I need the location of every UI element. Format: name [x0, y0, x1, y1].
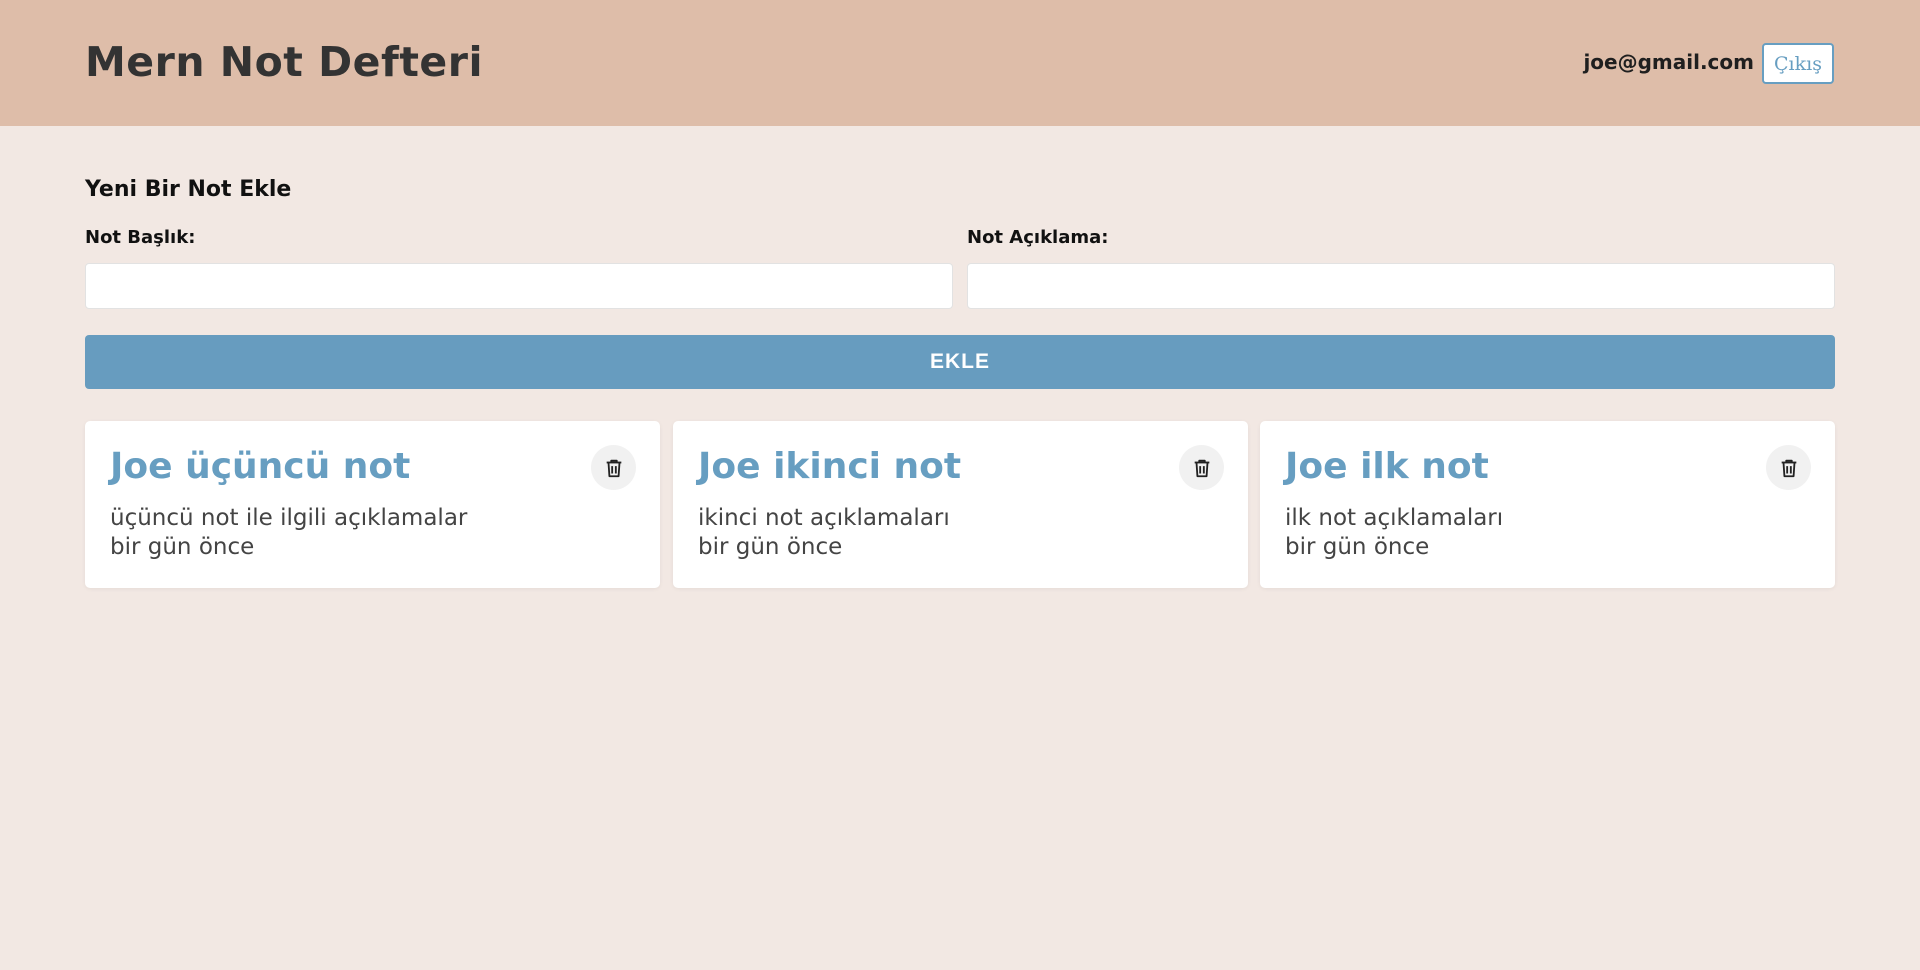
trash-icon — [606, 459, 621, 477]
note-description: ilk not açıklamaları — [1285, 505, 1504, 531]
note-timestamp: bir gün önce — [1285, 534, 1430, 560]
trash-icon — [1781, 459, 1796, 477]
form-title: Yeni Bir Not Ekle — [85, 177, 292, 202]
logout-button[interactable]: Çıkış — [1762, 43, 1834, 84]
note-card: Joe üçüncü not üçüncü not ile ilgili açı… — [85, 421, 660, 588]
note-card: Joe ilk not ilk not açıklamaları bir gün… — [1260, 421, 1835, 588]
app-header: Mern Not Defteri joe@gmail.com Çıkış — [0, 0, 1920, 126]
note-card: Joe ikinci not ikinci not açıklamaları b… — [673, 421, 1248, 588]
app-title: Mern Not Defteri — [85, 38, 484, 86]
delete-note-button[interactable] — [1766, 445, 1811, 490]
delete-note-button[interactable] — [1179, 445, 1224, 490]
add-note-button[interactable]: EKLE — [85, 335, 1835, 389]
note-timestamp: bir gün önce — [110, 534, 255, 560]
delete-note-button[interactable] — [591, 445, 636, 490]
note-title-input[interactable] — [85, 263, 953, 309]
trash-icon — [1194, 459, 1209, 477]
note-title: Joe ikinci not — [698, 446, 962, 487]
note-description-input[interactable] — [967, 263, 1835, 309]
note-timestamp: bir gün önce — [698, 534, 843, 560]
note-description: üçüncü not ile ilgili açıklamalar — [110, 505, 468, 531]
note-title: Joe ilk not — [1285, 446, 1489, 487]
note-title-label: Not Başlık: — [85, 227, 196, 248]
note-description: ikinci not açıklamaları — [698, 505, 950, 531]
note-title: Joe üçüncü not — [110, 446, 411, 487]
note-description-label: Not Açıklama: — [967, 227, 1109, 248]
user-email: joe@gmail.com — [1583, 50, 1754, 74]
